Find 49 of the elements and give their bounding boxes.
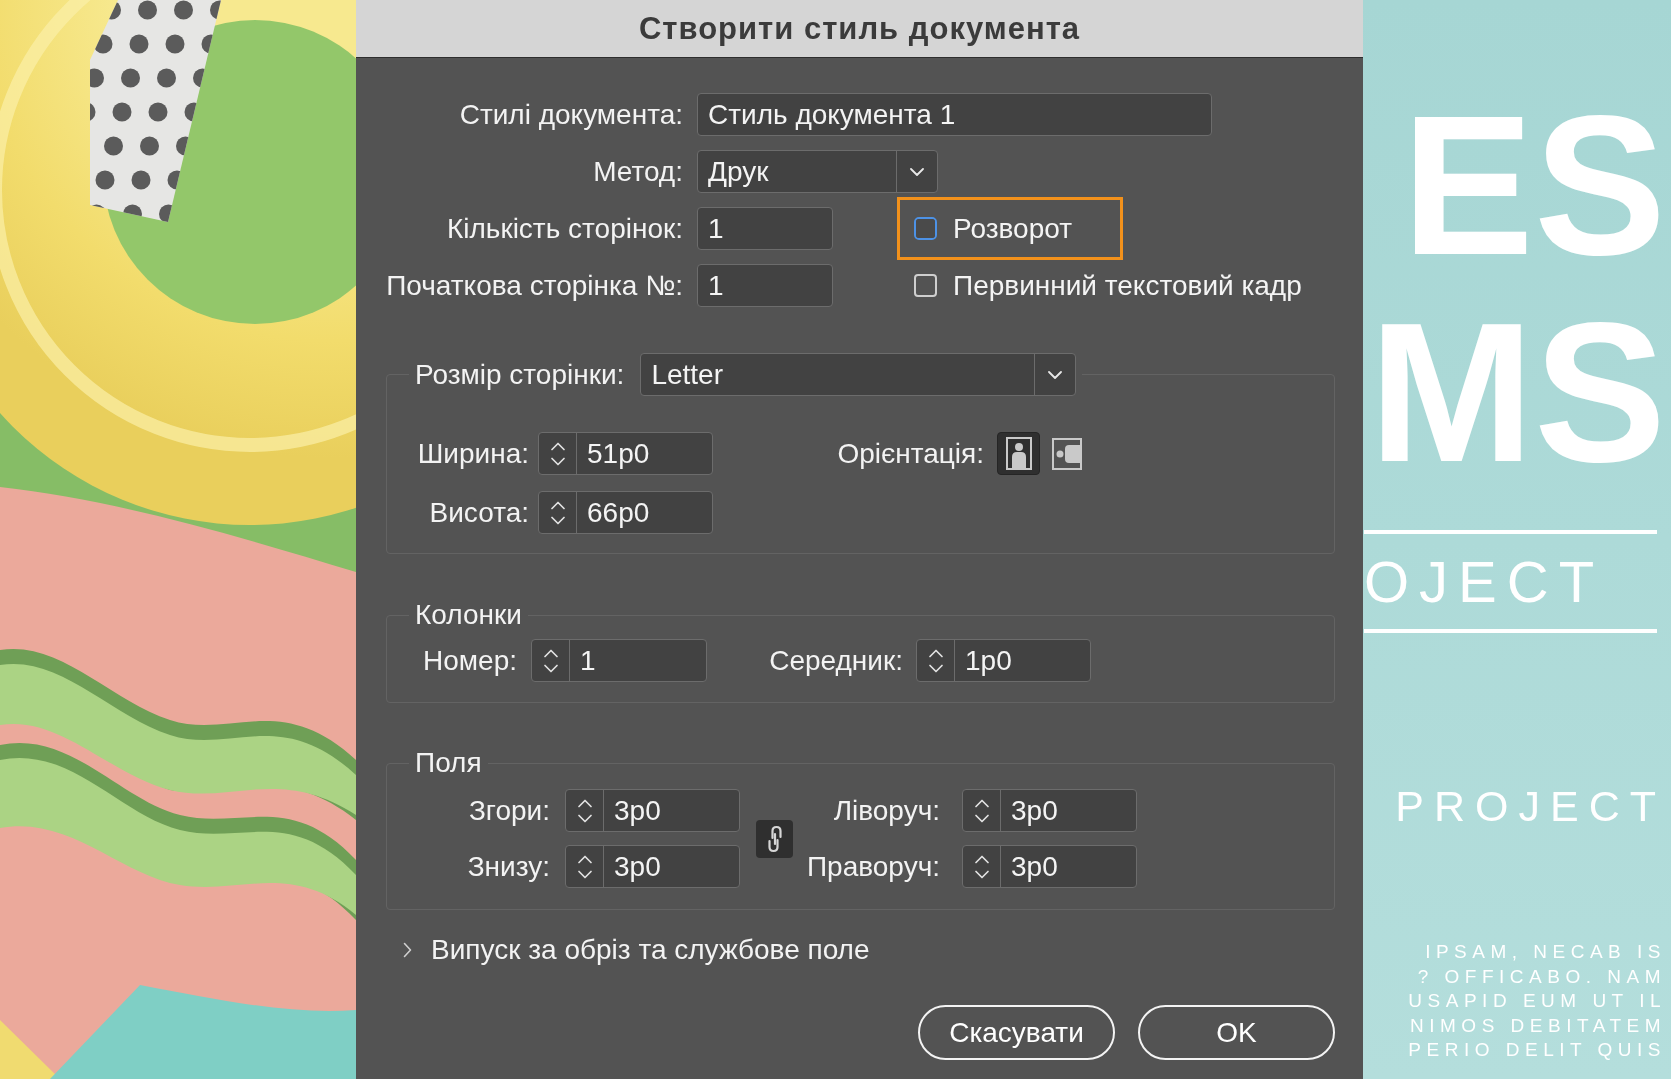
field-label: Кількість сторінок:	[446, 212, 683, 245]
chevron-down-icon	[1048, 370, 1063, 379]
spinner-field[interactable]: 1	[531, 639, 707, 682]
field-label: Згори:	[468, 794, 550, 827]
tagline-text: PROJECT	[1395, 781, 1666, 832]
spinner-field[interactable]: 3p0	[962, 845, 1137, 888]
body-text: IPSAM, NECAB IS ? OFFICABO. NAM USAPID EUM UT IL NIMOS DEBITATEM PERIO DELIT QUIS	[1408, 940, 1666, 1063]
section-label: Розмір сторінки:	[415, 358, 625, 391]
checkbox[interactable]	[914, 274, 937, 297]
orientation-button[interactable]	[997, 432, 1040, 475]
window-title: Створити стиль документа	[638, 10, 1081, 47]
spinner-field[interactable]: 3p0	[565, 789, 740, 832]
text-field[interactable]: Стиль документа 1	[697, 93, 1212, 136]
spinner-field[interactable]: 66p0	[538, 491, 713, 534]
spinner-field[interactable]: 3p0	[962, 789, 1137, 832]
dialog-button[interactable]: OK	[1138, 1005, 1335, 1060]
field-label: Ліворуч:	[833, 794, 940, 827]
checkbox-label: Розворот	[953, 212, 1073, 245]
field-label: Початкова сторінка №:	[386, 269, 683, 302]
chevron-right-icon	[403, 942, 412, 958]
link-button[interactable]	[756, 819, 793, 858]
dropdown[interactable]: Letter	[640, 353, 1077, 396]
text-field[interactable]: 1	[697, 264, 833, 307]
landscape-page-icon	[1051, 437, 1082, 470]
text-field[interactable]: 1	[697, 207, 833, 250]
subtitle-text: OJECT	[1364, 548, 1605, 616]
portrait-page-icon	[1005, 437, 1032, 470]
field-label: Метод:	[593, 155, 683, 188]
section-title: Поля	[415, 747, 482, 779]
spinner-field[interactable]: 51p0	[538, 432, 713, 475]
checkbox-label: Первинний текстовий кадр	[953, 269, 1302, 302]
chevron-down-icon	[910, 167, 924, 176]
dropdown[interactable]: Друк	[697, 150, 938, 193]
spinner-field[interactable]: 3p0	[565, 845, 740, 888]
field-label: Праворуч:	[806, 850, 940, 883]
dialog-button[interactable]: Скасувати	[918, 1005, 1115, 1060]
field-label: Стилі документа:	[459, 98, 683, 131]
section-title: Колонки	[415, 599, 522, 631]
field-label: Номер:	[423, 644, 517, 677]
field-label: Орієнтація:	[837, 437, 984, 470]
disclosure-toggle[interactable]: Випуск за обріз та службове поле	[403, 934, 870, 966]
headline-text: ES	[1401, 82, 1666, 289]
chain-link-icon	[766, 824, 783, 853]
field-label: Знизу:	[467, 850, 550, 883]
field-label: Ширина:	[417, 437, 529, 470]
spinner-field[interactable]: 1p0	[916, 639, 1091, 682]
headline-text: MS	[1369, 289, 1666, 496]
field-label: Висота:	[429, 496, 529, 529]
field-label: Середник:	[769, 644, 903, 677]
